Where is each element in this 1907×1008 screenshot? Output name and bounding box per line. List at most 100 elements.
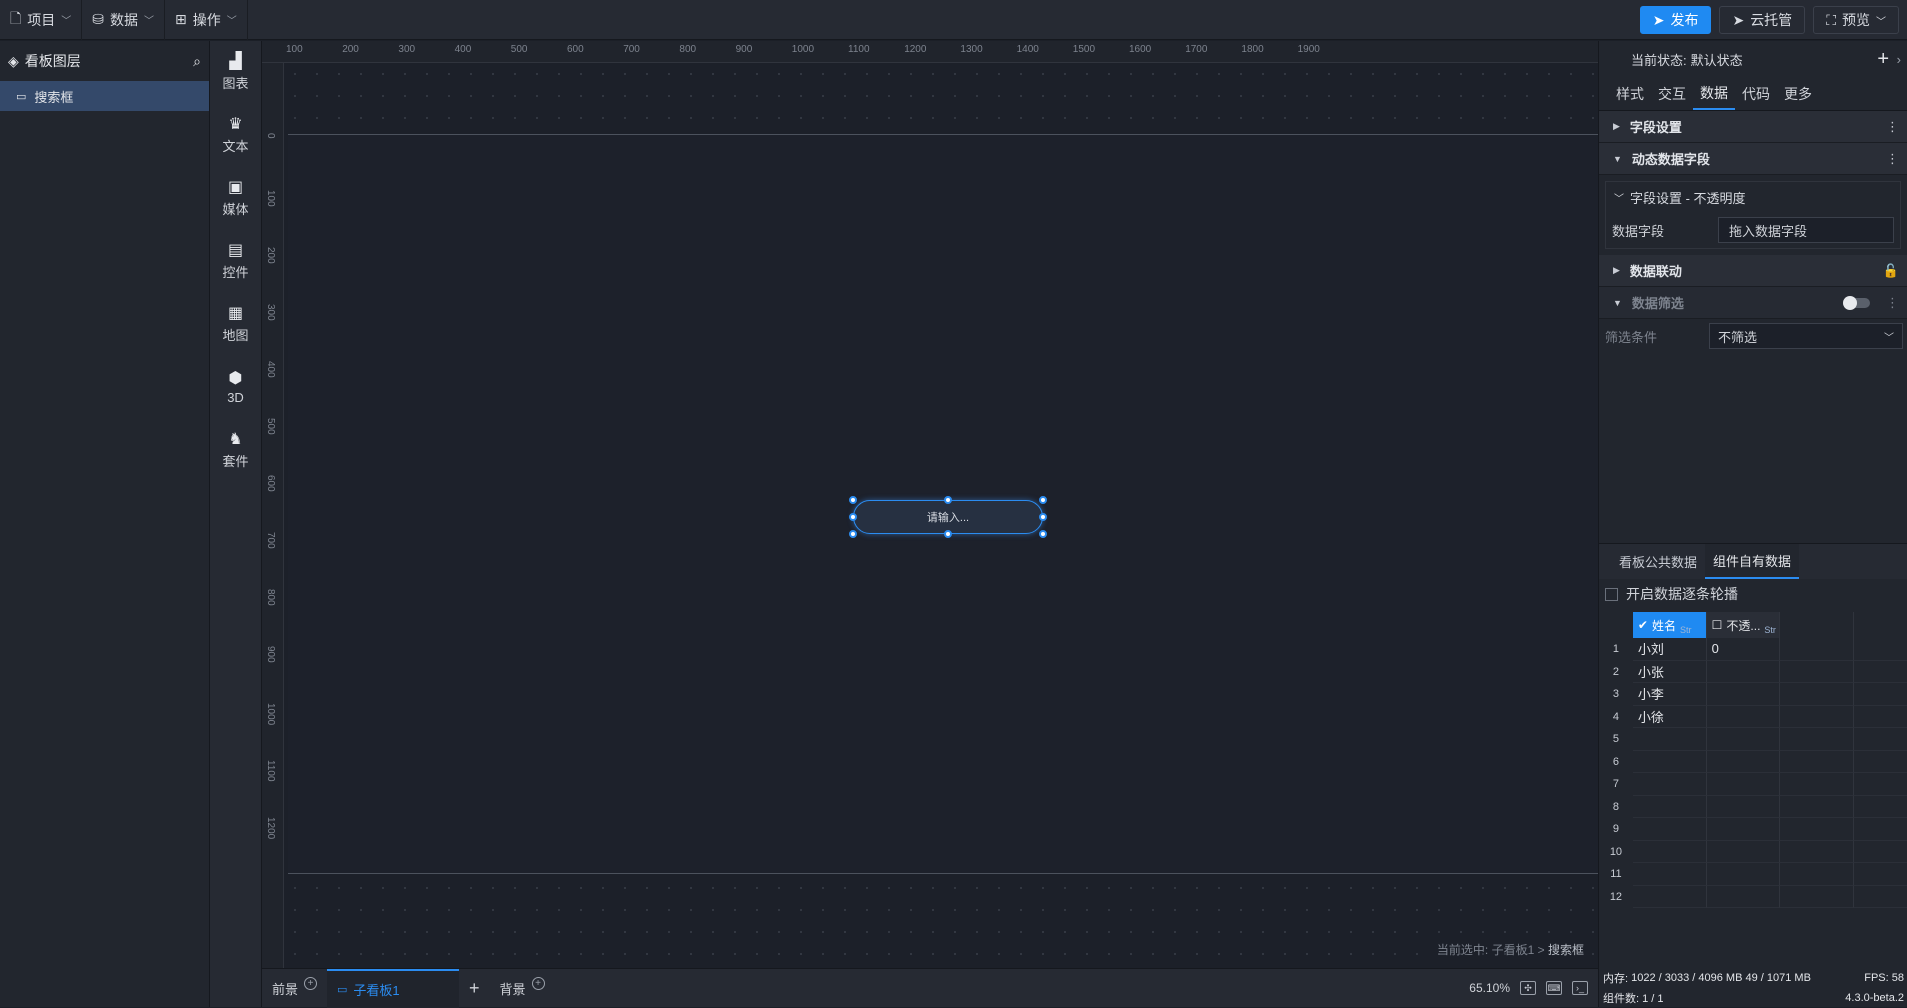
cell-empty[interactable] <box>1854 638 1907 661</box>
cell-opacity[interactable] <box>1706 750 1781 773</box>
cell-opacity[interactable] <box>1706 705 1781 728</box>
add-board-button[interactable]: + <box>459 969 490 1008</box>
more-vertical-icon[interactable]: ⋮ <box>1886 295 1899 311</box>
tab-code[interactable]: 代码 <box>1735 77 1777 110</box>
cell-opacity[interactable] <box>1706 863 1781 886</box>
search-component[interactable]: 请输入... <box>853 500 1043 534</box>
cell-name[interactable]: 小刘 <box>1632 638 1707 661</box>
grid-header-name[interactable]: ✔ 姓名 Str <box>1632 612 1707 638</box>
resize-handle-ml[interactable] <box>849 513 857 521</box>
cell-name[interactable] <box>1632 863 1707 886</box>
menu-operate[interactable]: ⊞ 操作 ﹀ <box>165 0 248 40</box>
zoom-level[interactable]: 65.10% <box>1469 981 1510 995</box>
fit-screen-icon[interactable]: ✣ <box>1520 981 1536 995</box>
cell-empty[interactable] <box>1854 796 1907 818</box>
cell-empty[interactable] <box>1780 728 1855 751</box>
tab-style[interactable]: 样式 <box>1609 77 1651 110</box>
resize-handle-bc[interactable] <box>944 530 952 538</box>
tab-foreground[interactable]: 前景 + <box>262 969 327 1008</box>
cell-opacity[interactable] <box>1706 683 1781 706</box>
cell-empty[interactable] <box>1780 683 1855 706</box>
library-media[interactable]: ▣ 媒体 <box>210 167 261 230</box>
menu-data[interactable]: ⛁ 数据 ﹀ <box>82 0 165 40</box>
chevron-right-icon[interactable]: › <box>1897 52 1901 67</box>
cell-empty[interactable] <box>1780 750 1855 773</box>
filter-condition-select[interactable]: 不筛选 ﹀ <box>1709 323 1903 349</box>
cell-opacity[interactable] <box>1706 728 1781 751</box>
cell-empty[interactable] <box>1780 705 1855 728</box>
resize-handle-mr[interactable] <box>1039 513 1047 521</box>
carousel-checkbox[interactable] <box>1605 587 1618 601</box>
search-icon[interactable]: ⌕ <box>193 53 201 70</box>
cell-empty[interactable] <box>1854 683 1907 706</box>
library-map[interactable]: ▦ 地图 <box>210 293 261 356</box>
cell-opacity[interactable] <box>1706 885 1781 908</box>
carousel-option[interactable]: 开启数据逐条轮播 <box>1605 584 1738 604</box>
cell-name[interactable] <box>1632 750 1707 773</box>
keyboard-icon[interactable]: ⌨ <box>1546 981 1562 995</box>
data-field-dropzone[interactable]: 拖入数据字段 <box>1718 217 1894 243</box>
tab-component-data[interactable]: 组件自有数据 <box>1705 544 1800 579</box>
cell-empty[interactable] <box>1854 841 1907 863</box>
resize-handle-tl[interactable] <box>849 496 857 504</box>
tab-sub-board[interactable]: ▭ 子看板1 <box>327 968 460 1008</box>
cell-empty[interactable] <box>1854 661 1907 683</box>
library-kit[interactable]: ♞ 套件 <box>210 419 261 482</box>
tab-interaction[interactable]: 交互 <box>1651 77 1693 110</box>
tab-public-data[interactable]: 看板公共数据 <box>1611 544 1705 579</box>
cloud-host-button[interactable]: ➤ 云托管 <box>1719 6 1806 34</box>
section-dynamic-fields[interactable]: ▼ 动态数据字段 ⋮ <box>1599 143 1907 175</box>
cell-name[interactable] <box>1632 818 1707 841</box>
more-vertical-icon[interactable]: ⋮ <box>1886 119 1899 135</box>
cell-empty[interactable] <box>1854 818 1907 841</box>
resize-handle-br[interactable] <box>1039 530 1047 538</box>
cell-name[interactable] <box>1632 773 1707 796</box>
cell-name[interactable]: 小张 <box>1632 660 1707 683</box>
cell-opacity[interactable] <box>1706 840 1781 863</box>
cell-empty[interactable] <box>1780 773 1855 796</box>
cell-opacity[interactable] <box>1706 795 1781 818</box>
cell-empty[interactable] <box>1780 638 1855 661</box>
section-data-link[interactable]: ▶ 数据联动 🔓 <box>1599 255 1907 287</box>
resize-handle-tc[interactable] <box>944 496 952 504</box>
cell-empty[interactable] <box>1854 886 1907 908</box>
cell-name[interactable] <box>1632 840 1707 863</box>
cell-empty[interactable] <box>1854 706 1907 728</box>
section-field-settings[interactable]: ▶ 字段设置 ⋮ <box>1599 111 1907 143</box>
section-data-filter[interactable]: ▼ 数据筛选 ⋮ <box>1599 287 1907 319</box>
grid-header-opacity[interactable]: ☐ 不透... Str <box>1706 612 1781 638</box>
crumb-item[interactable]: 搜索框 <box>1548 943 1584 957</box>
dashboard-board[interactable]: 请输入... <box>288 134 1598 874</box>
resize-handle-bl[interactable] <box>849 530 857 538</box>
cell-opacity[interactable] <box>1706 773 1781 796</box>
publish-button[interactable]: ➤ 发布 <box>1639 6 1712 34</box>
cell-empty[interactable] <box>1780 795 1855 818</box>
tab-data[interactable]: 数据 <box>1693 77 1735 110</box>
filter-toggle[interactable] <box>1843 295 1870 310</box>
cell-empty[interactable] <box>1780 818 1855 841</box>
cell-name[interactable]: 小李 <box>1632 683 1707 706</box>
tab-more[interactable]: 更多 <box>1777 77 1819 110</box>
cell-empty[interactable] <box>1780 885 1855 908</box>
cell-opacity[interactable] <box>1706 660 1781 683</box>
grid-header-empty[interactable] <box>1854 612 1907 638</box>
cell-empty[interactable] <box>1854 751 1907 773</box>
library-text[interactable]: ♛ 文本 <box>210 104 261 167</box>
terminal-icon[interactable]: ›_ <box>1572 981 1588 995</box>
cell-opacity[interactable]: 0 <box>1706 638 1781 661</box>
cell-empty[interactable] <box>1854 863 1907 886</box>
cell-empty[interactable] <box>1780 840 1855 863</box>
menu-project[interactable]: 🗋 项目 ﹀ <box>0 0 83 40</box>
tab-background[interactable]: 背景 + <box>490 969 555 1008</box>
add-circle-icon[interactable]: + <box>304 976 318 990</box>
cell-empty[interactable] <box>1854 728 1907 751</box>
opacity-field-header[interactable]: ﹀ 字段设置 - 不透明度 <box>1606 182 1900 212</box>
lock-icon[interactable]: 🔓 <box>1883 263 1899 279</box>
cell-name[interactable] <box>1632 885 1707 908</box>
cell-opacity[interactable] <box>1706 818 1781 841</box>
grid-header-empty[interactable] <box>1780 612 1855 638</box>
cell-empty[interactable] <box>1780 863 1855 886</box>
cell-name[interactable]: 小徐 <box>1632 705 1707 728</box>
cell-name[interactable] <box>1632 795 1707 818</box>
state-value[interactable]: 默认状态 <box>1691 50 1743 69</box>
